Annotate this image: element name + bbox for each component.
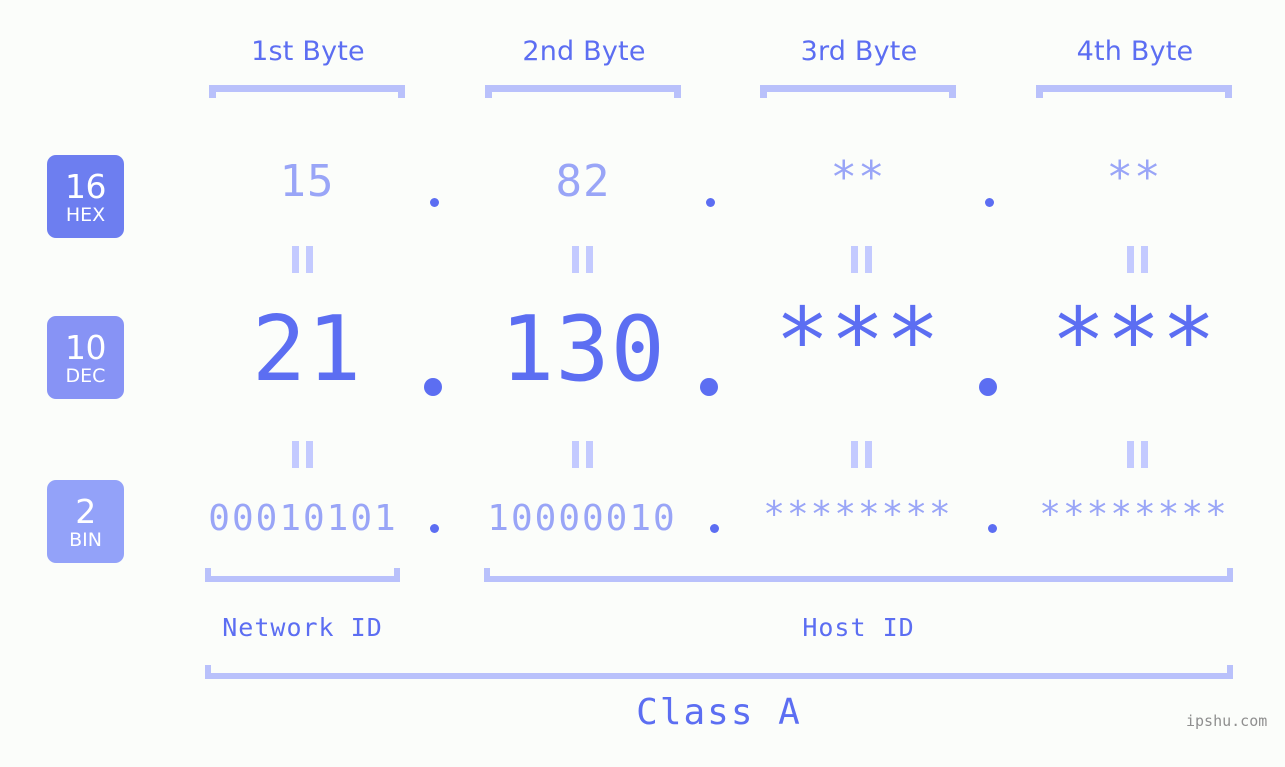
equals-icon-hex-dec-2: [572, 246, 594, 273]
host-id-bracket: [484, 568, 1233, 582]
base-badge-hex: 16 HEX: [47, 155, 124, 238]
byte-bracket-3: [760, 85, 956, 98]
base-badge-hex-name: HEX: [65, 203, 106, 226]
base-badge-hex-number: 16: [65, 166, 107, 206]
bin-byte-2-value: 10000010: [487, 498, 677, 539]
bin-separator-dot-1: [430, 524, 439, 533]
base-badge-dec: 10 DEC: [47, 316, 124, 399]
base-badge-bin-number: 2: [75, 491, 96, 531]
dec-separator-dot-1: [424, 378, 442, 396]
byte-header-3: 3rd Byte: [800, 36, 918, 67]
equals-icon-hex-dec-3: [851, 246, 873, 273]
bin-separator-dot-2: [710, 524, 719, 533]
base-badge-bin-name: BIN: [69, 528, 102, 551]
base-badge-dec-number: 10: [65, 327, 107, 367]
byte-header-4: 4th Byte: [1076, 36, 1194, 67]
hex-byte-1-value: 15: [279, 156, 335, 207]
equals-icon-dec-bin-2: [572, 441, 594, 468]
host-id-label: Host ID: [802, 613, 915, 642]
dec-separator-dot-2: [700, 378, 718, 396]
equals-icon-hex-dec-1: [292, 246, 314, 273]
dec-separator-dot-3: [979, 378, 997, 396]
dec-byte-3-value: ***: [775, 289, 941, 394]
base-badge-dec-name: DEC: [65, 364, 106, 387]
hex-byte-2-value: 82: [555, 156, 611, 207]
hex-separator-dot-3: [985, 198, 994, 207]
equals-icon-dec-bin-1: [292, 441, 314, 468]
bin-byte-1-value: 00010101: [208, 498, 398, 539]
bin-separator-dot-3: [988, 524, 997, 533]
dec-byte-1-value: 21: [251, 297, 363, 402]
byte-bracket-1: [209, 85, 405, 98]
bin-byte-3-value: ********: [763, 494, 953, 535]
ip-address-breakdown-diagram: 1st Byte 2nd Byte 3rd Byte 4th Byte 16 H…: [0, 0, 1285, 767]
equals-icon-dec-bin-3: [851, 441, 873, 468]
dec-byte-2-value: 130: [500, 297, 666, 402]
class-label: Class A: [636, 692, 802, 733]
equals-icon-dec-bin-4: [1127, 441, 1149, 468]
byte-header-2: 2nd Byte: [522, 36, 646, 67]
hex-byte-3-value: **: [830, 152, 886, 203]
hex-separator-dot-1: [430, 198, 439, 207]
network-id-label: Network ID: [222, 613, 383, 642]
byte-header-1: 1st Byte: [251, 36, 365, 67]
dec-byte-4-value: ***: [1051, 289, 1217, 394]
network-id-bracket: [205, 568, 400, 582]
class-bracket: [205, 665, 1233, 679]
equals-icon-hex-dec-4: [1127, 246, 1149, 273]
byte-bracket-4: [1036, 85, 1232, 98]
hex-separator-dot-2: [706, 198, 715, 207]
hex-byte-4-value: **: [1106, 152, 1162, 203]
bin-byte-4-value: ********: [1039, 494, 1229, 535]
base-badge-bin: 2 BIN: [47, 480, 124, 563]
watermark: ipshu.com: [1186, 712, 1268, 730]
byte-bracket-2: [485, 85, 681, 98]
